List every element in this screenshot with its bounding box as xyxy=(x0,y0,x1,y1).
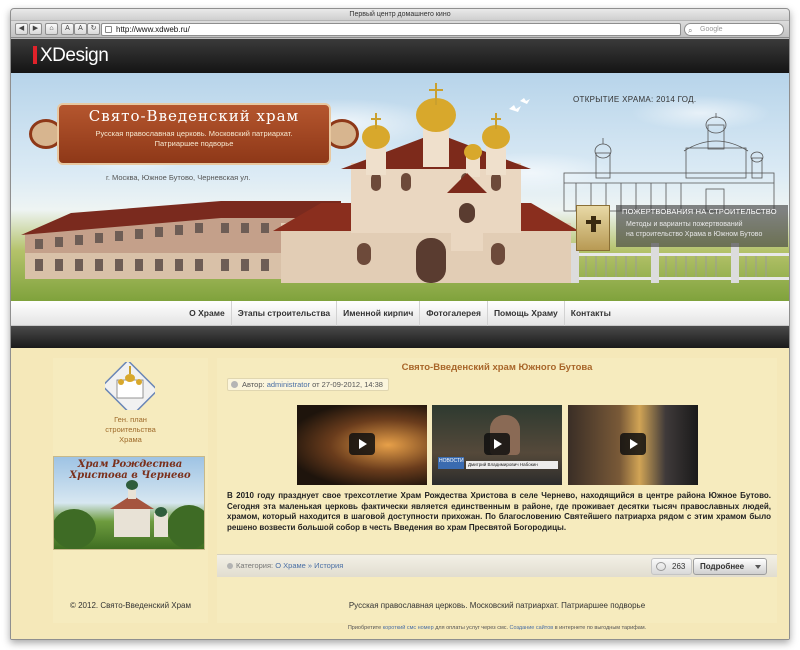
font-smaller-button[interactable]: A xyxy=(61,23,74,35)
banner-title: Храм Рождества Христова в Чернево xyxy=(69,459,191,481)
category-icon xyxy=(227,563,233,569)
video-thumbnail-3[interactable] xyxy=(568,405,698,485)
site-creation-link[interactable]: Создание сайтов xyxy=(510,625,554,631)
title-scroll-banner: Свято-Введенский храм Русская православн… xyxy=(29,103,359,165)
header-banner: Свято-Введенский храм Русская православн… xyxy=(11,73,789,301)
donation-box-icon xyxy=(576,205,610,251)
post-date: от 27-09-2012, 14:38 xyxy=(312,380,383,389)
font-larger-button[interactable]: A xyxy=(74,23,87,35)
donate-title: ПОЖЕРТВОВАНИЯ НА СТРОИТЕЛЬСТВО xyxy=(622,207,777,216)
forward-button[interactable]: ▶ xyxy=(29,23,42,35)
home-button[interactable]: ⌂ xyxy=(45,23,58,35)
author-badge: Автор: administrator от 27-09-2012, 14:3… xyxy=(227,378,389,391)
window-title: Первый центр домашнего кино xyxy=(11,9,789,21)
opening-year-text: ОТКРЫТИЕ ХРАМА: 2014 ГОД. xyxy=(573,95,697,104)
architectural-sketch xyxy=(563,113,775,212)
category-link[interactable]: О Храме » История xyxy=(275,561,343,570)
main-nav: О Храме Этапы строительства Именной кирпич… xyxy=(11,301,789,326)
page-subtitle: Русская православная церковь. Московский… xyxy=(95,129,293,148)
nav-shadow-band xyxy=(11,326,789,348)
donate-description: Методы и варианты пожертвований на строи… xyxy=(626,221,763,238)
search-placeholder: Google xyxy=(700,26,723,33)
address-bar[interactable]: http://www.xdweb.ru/ xyxy=(101,23,681,36)
video-thumbnail-1[interactable] xyxy=(297,405,427,485)
author-link[interactable]: administrator xyxy=(267,380,310,389)
reload-button[interactable]: ↻ xyxy=(87,23,100,35)
logo-band: XDesign xyxy=(11,39,789,73)
video-thumbnail-2[interactable]: НОВОСТИ Дмитрий Владимирович Набокин xyxy=(432,405,562,485)
nav-item-about[interactable]: О Храме xyxy=(183,301,232,326)
browser-window: Первый центр домашнего кино ◀ ▶ ⌂ A A ↻ … xyxy=(10,8,790,640)
read-more-button[interactable]: Подробнее xyxy=(693,558,767,575)
donate-banner[interactable]: ПОЖЕРТВОВАНИЯ НА СТРОИТЕЛЬСТВО Методы и … xyxy=(576,205,788,251)
christmas-church-banner[interactable]: Храм Рождества Христова в Чернево xyxy=(53,456,205,550)
favicon-icon xyxy=(105,26,112,33)
nav-item-stages[interactable]: Этапы строительства xyxy=(232,301,338,326)
chevron-down-icon xyxy=(755,565,761,569)
nav-item-gallery[interactable]: Фотогалерея xyxy=(420,301,488,326)
eye-icon xyxy=(656,562,666,571)
footer-text: Русская православная церковь. Московский… xyxy=(348,601,646,610)
post-meta-bar: Категория: О Храме » История 263 Подробн… xyxy=(217,554,777,577)
logo-accent-bar xyxy=(33,46,37,64)
content-area: Ген. план строительства Храма Храм Рожде… xyxy=(11,348,789,639)
url-text: http://www.xdweb.ru/ xyxy=(116,25,190,34)
play-icon[interactable] xyxy=(349,433,375,455)
news-badge: НОВОСТИ xyxy=(438,457,464,469)
back-button[interactable]: ◀ xyxy=(15,23,28,35)
nav-item-brick[interactable]: Именной кирпич xyxy=(337,301,421,326)
page-title: Свято-Введенский храм xyxy=(88,107,300,125)
browser-toolbar: ◀ ▶ ⌂ A A ↻ http://www.xdweb.ru/ ⌕ Googl… xyxy=(11,21,789,38)
address-text: г. Москва, Южное Бутово, Черневская ул. xyxy=(106,173,251,182)
play-icon[interactable] xyxy=(484,433,510,455)
user-icon xyxy=(231,381,238,388)
nav-item-contacts[interactable]: Контакты xyxy=(565,301,617,326)
category-line: Категория: О Храме » История xyxy=(227,561,343,570)
sms-number-link[interactable]: короткий смс номер xyxy=(383,625,434,631)
post-article: Свято-Введенский храм Южного Бутова Авто… xyxy=(217,358,777,623)
post-body: В 2010 году празднует свое трехсотлетие … xyxy=(227,491,771,532)
video-2-caption: Дмитрий Владимирович Набокин xyxy=(466,461,558,469)
play-icon[interactable] xyxy=(620,433,646,455)
views-counter: 263 xyxy=(651,558,693,575)
sidebar: Ген. план строительства Храма Храм Рожде… xyxy=(53,358,208,623)
site-logo[interactable]: XDesign xyxy=(33,45,109,67)
copyright-text: © 2012. Свято-Введенский Храм xyxy=(69,601,191,610)
search-icon: ⌕ xyxy=(688,26,693,35)
nav-item-help[interactable]: Помощь Храму xyxy=(488,301,565,326)
master-plan-link[interactable]: Ген. план строительства Храма xyxy=(53,415,208,445)
search-input[interactable]: ⌕ Google xyxy=(684,23,784,36)
web-page: XDesign Свято-Введенский храм Русская пр… xyxy=(11,39,789,639)
post-title[interactable]: Свято-Введенский храм Южного Бутова xyxy=(217,362,777,373)
church-emblem-icon[interactable] xyxy=(105,362,155,410)
cross-icon xyxy=(586,216,601,232)
footer-ads: Приобретите короткий смс номер для оплат… xyxy=(347,625,647,631)
